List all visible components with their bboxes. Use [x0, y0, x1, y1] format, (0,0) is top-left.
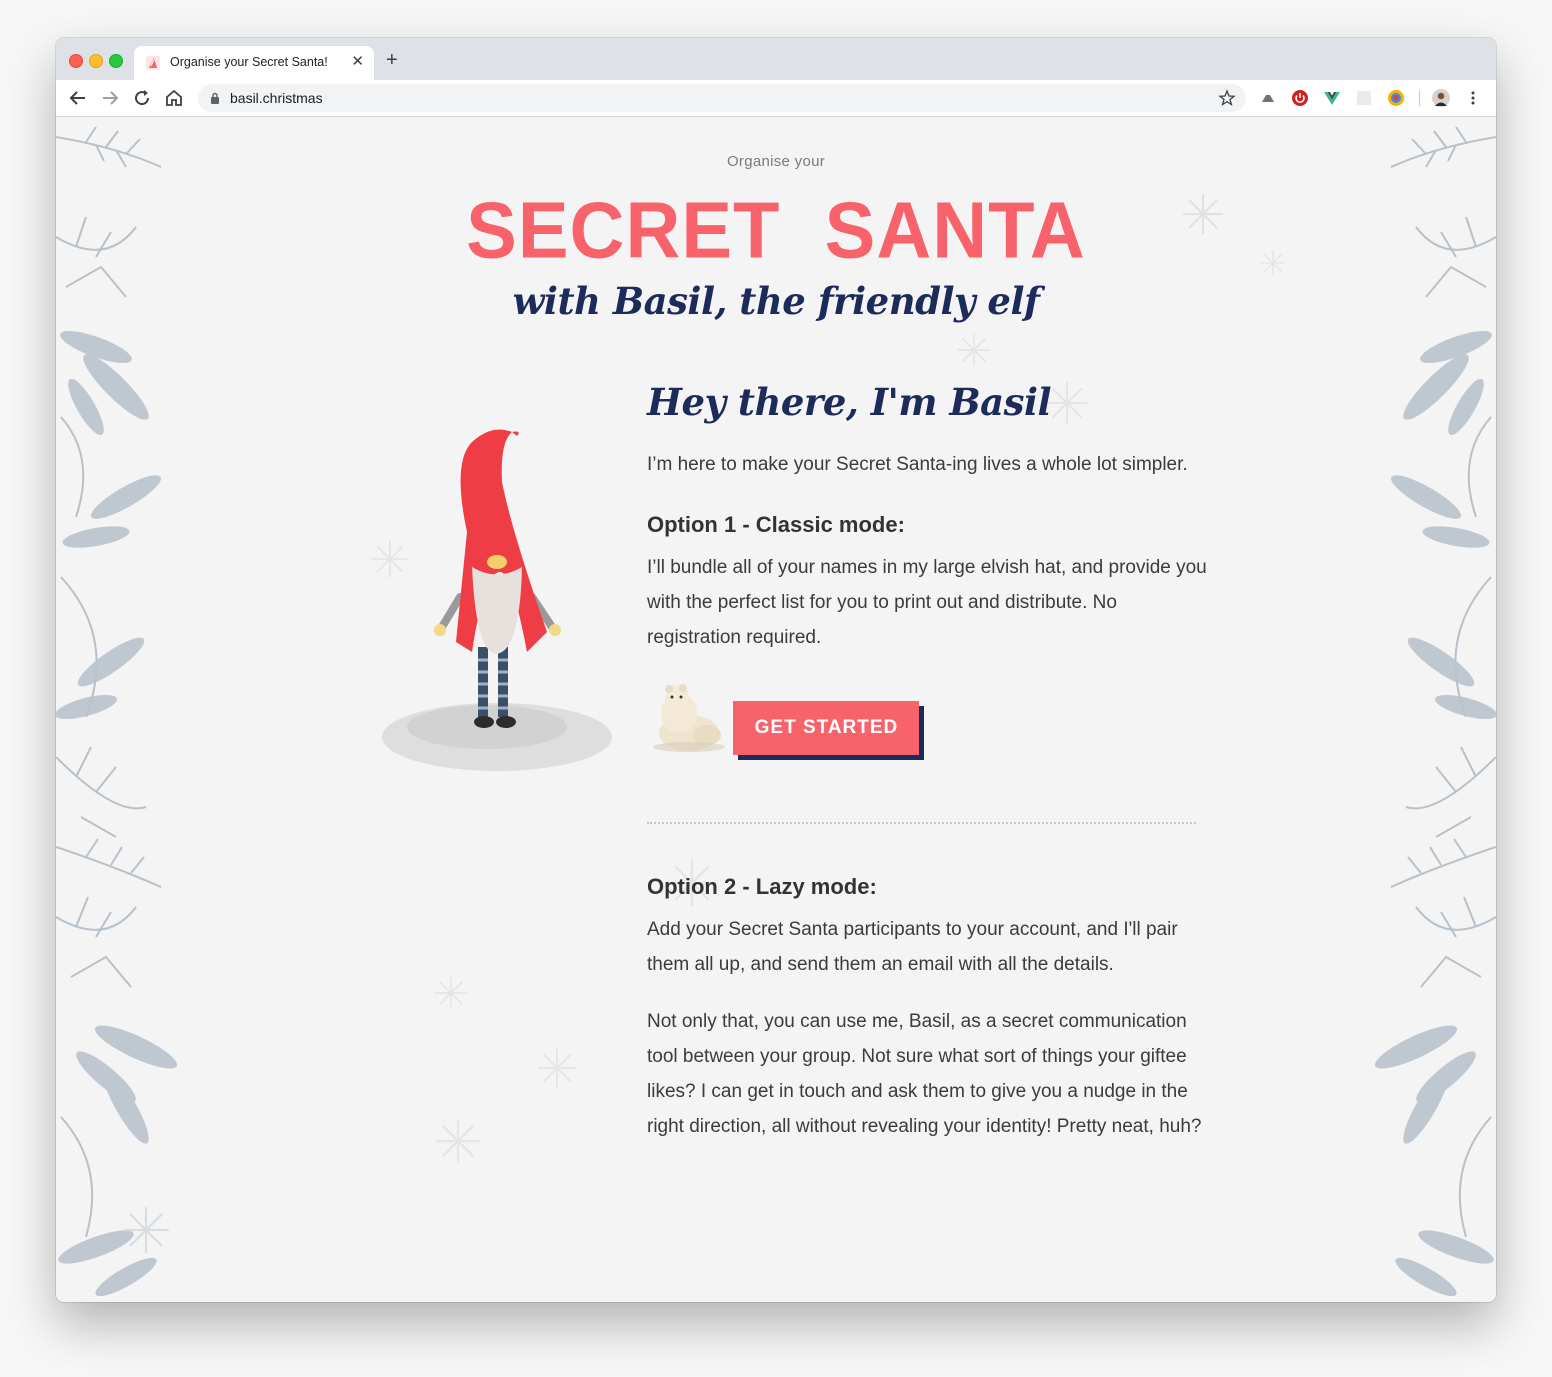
drive-extension-icon[interactable] — [1259, 89, 1277, 107]
section-divider — [647, 822, 1196, 824]
gnome-illustration — [382, 429, 612, 771]
color-extension-icon[interactable] — [1387, 89, 1405, 107]
browser-window: Organise your Secret Santa! ✕ + basil.ch… — [56, 38, 1496, 1302]
option2-heading: Option 2 - Lazy mode: — [647, 874, 877, 899]
address-bar[interactable]: basil.christmas — [198, 84, 1246, 112]
close-tab-icon[interactable]: ✕ — [351, 52, 364, 72]
power-extension-icon[interactable] — [1291, 89, 1309, 107]
close-window-button[interactable] — [69, 54, 83, 68]
get-started-label: GET STARTED — [733, 701, 920, 755]
url-text: basil.christmas — [230, 90, 323, 106]
back-icon[interactable] — [66, 86, 90, 110]
santa-favicon-icon — [146, 56, 160, 70]
reload-icon[interactable] — [130, 86, 154, 110]
intro-text: I’m here to make your Secret Santa-ing l… — [647, 454, 1188, 475]
snowflake-icon — [436, 1119, 480, 1163]
blank-extension-icon[interactable] — [1355, 89, 1373, 107]
tab-title: Organise your Secret Santa! — [170, 55, 328, 69]
option2-text-2: Not only that, you can use me, Basil, as… — [647, 1011, 1202, 1137]
page-viewport: Organise your SECRET SANTA with Basil, t… — [56, 117, 1496, 1302]
snowflake-icon — [957, 333, 991, 367]
lock-icon — [211, 92, 219, 104]
new-tab-button[interactable]: + — [386, 50, 398, 70]
browser-toolbar: basil.christmas — [56, 80, 1496, 117]
main-content: Hey there, I'm Basil I’m here to make yo… — [647, 379, 1207, 1144]
home-icon[interactable] — [162, 86, 186, 110]
hero-subtitle: with Basil, the friendly elf — [512, 279, 1040, 323]
snowflake-icon — [537, 1048, 577, 1088]
tab-strip: Organise your Secret Santa! ✕ + — [56, 38, 1496, 80]
browser-tab[interactable]: Organise your Secret Santa! ✕ — [134, 46, 374, 80]
snowflake-icon — [434, 976, 468, 1010]
hero-title: SECRET SANTA — [466, 185, 1086, 276]
toolbar-divider — [1419, 90, 1420, 106]
hero-eyebrow: Organise your — [726, 153, 826, 170]
browser-menu-icon[interactable] — [1464, 89, 1482, 107]
option2-text-1: Add your Secret Santa participants to yo… — [647, 919, 1178, 975]
profile-avatar[interactable] — [1432, 89, 1450, 107]
maximize-window-button[interactable] — [109, 54, 123, 68]
snowflake-icon — [123, 1207, 169, 1253]
option1-heading: Option 1 - Classic mode: — [647, 512, 905, 537]
minimize-window-button[interactable] — [89, 54, 103, 68]
greeting-heading: Hey there, I'm Basil — [647, 380, 1052, 424]
forward-icon[interactable] — [98, 86, 122, 110]
polar-bear-illustration — [653, 684, 725, 752]
vue-extension-icon[interactable] — [1323, 89, 1341, 107]
option1-text: I’ll bundle all of your names in my larg… — [647, 557, 1207, 648]
get-started-button[interactable]: GET STARTED — [733, 701, 925, 760]
bookmark-star-icon[interactable] — [1218, 89, 1236, 107]
